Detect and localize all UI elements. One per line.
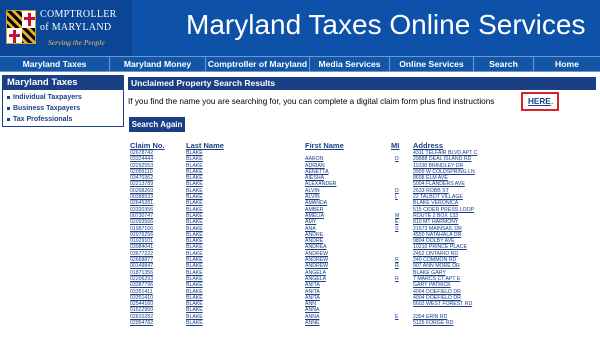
site-header: COMPTROLLER of MARYLAND Serving the Peop…	[0, 0, 600, 56]
first-name-link[interactable]: ANNE	[305, 320, 319, 326]
sidebar-item-label: Tax Professionals	[13, 116, 73, 123]
bullet-icon	[7, 95, 10, 99]
sidebar-heading[interactable]: Maryland Taxes	[3, 76, 123, 90]
maryland-flag-icon	[6, 10, 36, 44]
header-mi[interactable]: MI	[391, 141, 399, 150]
bullet-icon	[7, 117, 10, 121]
highlight-box	[521, 92, 559, 111]
table-row: 02954782 BLAKE ANNE 5125 FORGE RD	[129, 320, 597, 326]
search-again-button[interactable]: Search Again	[129, 117, 185, 132]
nav-maryland-money[interactable]: Maryland Money	[110, 57, 206, 71]
header-last-name[interactable]: Last Name	[186, 141, 224, 150]
nav-online-services[interactable]: Online Services	[390, 57, 474, 71]
sidebar-item-individual-taxpayers[interactable]: Individual Taxpayers	[7, 92, 123, 103]
section-title: Unclaimed Property Search Results	[128, 77, 596, 90]
nav-home[interactable]: Home	[534, 57, 600, 71]
sidebar-item-tax-professionals[interactable]: Tax Professionals	[7, 114, 123, 125]
logo-tagline: Serving the People	[48, 38, 105, 47]
logo-line-1: COMPTROLLER	[40, 9, 117, 20]
bullet-icon	[7, 106, 10, 110]
sidebar-item-business-taxpayers[interactable]: Business Taxpayers	[7, 103, 123, 114]
claim-number-link[interactable]: 02954782	[130, 320, 153, 326]
header-first-name[interactable]: First Name	[305, 141, 344, 150]
nav-media-services[interactable]: Media Services	[310, 57, 390, 71]
instructions-text: If you find the name you are searching f…	[128, 97, 495, 106]
sidebar: Maryland Taxes Individual Taxpayers Busi…	[2, 75, 124, 127]
comptroller-logo[interactable]: COMPTROLLER of MARYLAND Serving the Peop…	[0, 0, 132, 56]
last-name-link[interactable]: BLAKE	[186, 320, 203, 326]
sidebar-item-label: Individual Taxpayers	[13, 94, 82, 101]
nav-comptroller[interactable]: Comptroller of Maryland	[206, 57, 310, 71]
site-title: Maryland Taxes Online Services	[186, 9, 586, 40]
table-body: 02678742 BLAKE 4311 TELFAIR BLVD APT C 0332…	[129, 150, 597, 326]
logo-line-2: of MARYLAND	[40, 22, 112, 33]
nav-maryland-taxes[interactable]: Maryland Taxes	[0, 57, 110, 71]
header-address[interactable]: Address	[413, 141, 443, 150]
header-claim-no[interactable]: Claim No.	[130, 141, 165, 150]
sidebar-item-label: Business Taxpayers	[13, 105, 81, 112]
address-link[interactable]: 5125 FORGE RD	[413, 320, 453, 326]
main-nav: Maryland Taxes Maryland Money Comptrolle…	[0, 56, 600, 72]
nav-search[interactable]: Search	[474, 57, 534, 71]
